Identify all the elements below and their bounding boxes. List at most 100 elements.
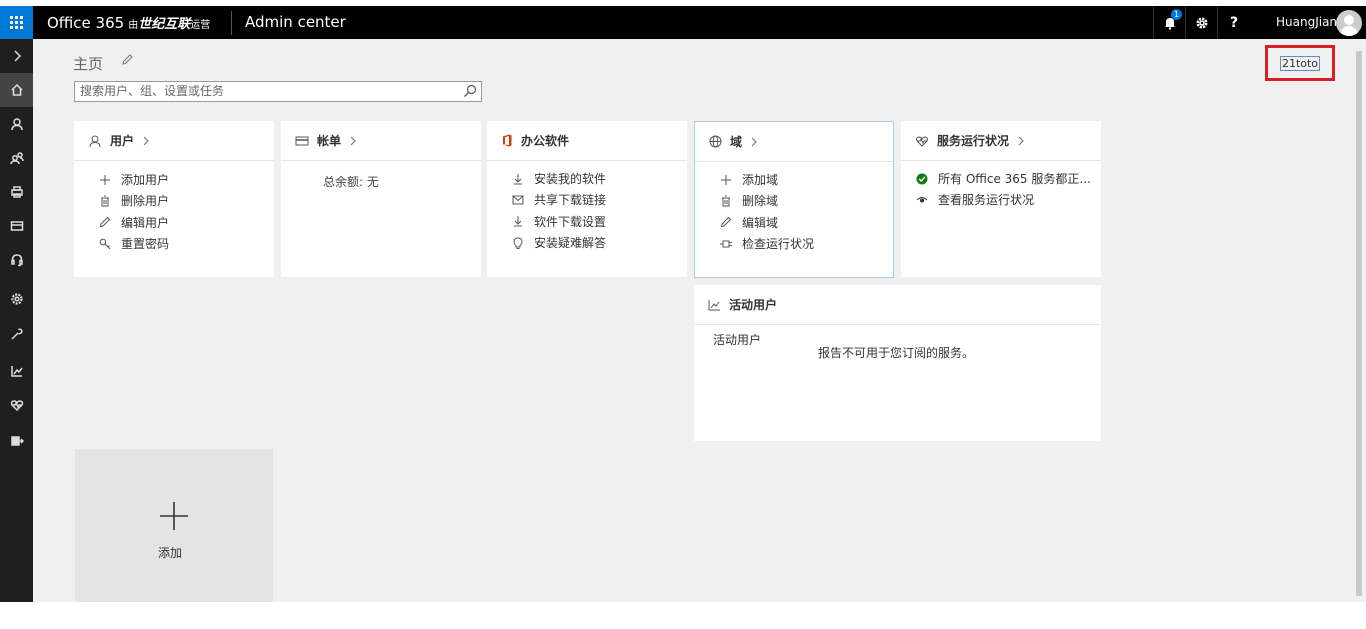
domains-card-header[interactable]: 域: [695, 122, 893, 162]
active-users-card-header[interactable]: 活动用户: [694, 285, 1101, 325]
sidebar-item-reports[interactable]: [0, 354, 33, 388]
search-box[interactable]: [74, 81, 482, 102]
active-users-label: 活动用户: [713, 333, 762, 347]
delete-user-link[interactable]: 删除用户: [74, 190, 274, 211]
pencil-icon: [98, 216, 112, 228]
service-health-card-body: 所有 Office 365 服务都正... 查看服务运行状况: [901, 168, 1101, 211]
service-status-text: 所有 Office 365 服务都正...: [938, 172, 1091, 187]
delete-domain-link[interactable]: 删除域: [695, 190, 893, 211]
eye-icon: [915, 196, 929, 204]
avatar[interactable]: [1336, 10, 1362, 36]
service-status-row: 所有 Office 365 服务都正...: [901, 168, 1101, 189]
waffle-icon: [10, 16, 23, 29]
billing-card-body: 总余额: 无: [281, 173, 481, 190]
sidebar-item-users[interactable]: [0, 107, 33, 141]
divider: [231, 11, 232, 35]
app-launcher-button[interactable]: [0, 6, 33, 39]
credit-card-icon: [295, 135, 309, 147]
billing-card: 帐单 总余额: 无: [281, 121, 481, 277]
total-balance: 总余额: 无: [323, 175, 379, 189]
download-icon: [511, 215, 525, 227]
add-domain-link[interactable]: 添加域: [695, 169, 893, 190]
edit-home-button[interactable]: [121, 53, 134, 69]
settings-button[interactable]: [1185, 6, 1218, 39]
service-health-card-header[interactable]: 服务运行状况: [901, 121, 1101, 161]
help-button[interactable]: ?: [1217, 6, 1250, 39]
office-card-actions: 安装我的软件 共享下载链接 软件下载设置 安装疑难解答: [487, 168, 687, 253]
heart-pulse-icon: [915, 135, 929, 147]
wrench-icon: [10, 328, 23, 340]
help-icon: ?: [1229, 14, 1239, 31]
users-card-header[interactable]: 用户: [74, 121, 274, 161]
chevron-right-icon: [750, 136, 758, 148]
page-title: 主页: [73, 55, 104, 73]
brand[interactable]: Office 365 由世纪互联运营: [47, 13, 210, 32]
user-name[interactable]: HuangJian: [1276, 15, 1337, 29]
service-health-card-title: 服务运行状况: [937, 134, 1010, 148]
reset-password-link[interactable]: 重置密码: [74, 233, 274, 254]
view-service-health-link[interactable]: 查看服务运行状况: [901, 189, 1101, 210]
edit-user-link[interactable]: 编辑用户: [74, 212, 274, 233]
operator-label: 由世纪互联运营: [128, 17, 211, 32]
install-troubleshoot-label: 安装疑难解答: [534, 236, 607, 251]
install-troubleshoot-link[interactable]: 安装疑难解答: [487, 232, 687, 253]
sidebar-item-admin-centers[interactable]: [0, 424, 33, 458]
share-download-link[interactable]: 共享下载链接: [487, 189, 687, 210]
top-bar: Office 365 由世纪互联运营 Admin center 1 ? Huang…: [0, 6, 1366, 39]
credit-card-icon: [10, 221, 23, 231]
chevron-right-icon: [349, 135, 357, 147]
search-input[interactable]: [75, 82, 465, 99]
edit-domain-link[interactable]: 编辑域: [695, 212, 893, 233]
domains-card-title: 域: [730, 135, 743, 149]
chart-icon: [708, 299, 721, 311]
sidebar-item-expand[interactable]: [0, 39, 33, 73]
mail-icon: [511, 195, 525, 205]
user-icon: [10, 118, 23, 131]
chevron-right-icon: [142, 135, 150, 147]
office-card-header[interactable]: 办公软件: [487, 121, 687, 161]
add-domain-label: 添加域: [742, 173, 779, 188]
reset-password-label: 重置密码: [121, 237, 170, 252]
add-user-link[interactable]: 添加用户: [74, 169, 274, 190]
sidebar-item-settings[interactable]: [0, 282, 33, 316]
active-users-card: 活动用户 活动用户 报告不可用于您订阅的服务。: [694, 285, 1101, 441]
domains-card-actions: 添加域 删除域 编辑域 检查运行状况: [695, 169, 893, 254]
delete-user-label: 删除用户: [121, 194, 170, 209]
avatar-body: [1340, 26, 1358, 36]
download-settings-link[interactable]: 软件下载设置: [487, 211, 687, 232]
notification-badge: 1: [1171, 9, 1182, 20]
add-card-button[interactable]: 添加: [75, 449, 273, 602]
billing-card-header[interactable]: 帐单: [281, 121, 481, 161]
check-health-link[interactable]: 检查运行状况: [695, 233, 893, 254]
scrollbar[interactable]: [1356, 51, 1362, 596]
edit-user-label: 编辑用户: [121, 215, 170, 230]
sidebar-item-billing[interactable]: [0, 209, 33, 243]
sidebar-item-setup[interactable]: [0, 317, 33, 351]
edit-domain-label: 编辑域: [742, 215, 779, 230]
search-icon[interactable]: [463, 84, 477, 101]
globe-icon: [709, 135, 722, 148]
gear-icon: [1196, 17, 1208, 28]
notifications-button[interactable]: 1: [1153, 6, 1186, 39]
sidebar-item-resources[interactable]: [0, 175, 33, 209]
office-software-card: 办公软件 安装我的软件 共享下载链接 软件下载设置 安装疑难解答: [487, 121, 687, 277]
heart-pulse-icon: [10, 400, 23, 412]
sidebar-item-home[interactable]: [0, 73, 33, 107]
chevron-right-icon: [13, 50, 21, 62]
install-software-link[interactable]: 安装我的软件: [487, 168, 687, 189]
chart-icon: [10, 366, 23, 377]
sidebar-item-groups[interactable]: [0, 141, 33, 175]
groups-icon: [9, 152, 24, 165]
sidebar-item-support[interactable]: [0, 243, 33, 277]
office-logo-icon: [501, 134, 513, 147]
check-health-label: 检查运行状况: [742, 237, 815, 252]
tenant-name-highlight: 21toto: [1265, 45, 1335, 81]
exchange-icon: [10, 436, 24, 446]
delete-domain-label: 删除域: [742, 194, 779, 209]
tenant-name[interactable]: 21toto: [1279, 55, 1321, 71]
trash-icon: [98, 195, 112, 207]
plus-icon: [160, 502, 188, 530]
sidebar-item-health[interactable]: [0, 388, 33, 422]
page-bottom: [0, 602, 1366, 629]
office-card-title: 办公软件: [521, 134, 570, 148]
